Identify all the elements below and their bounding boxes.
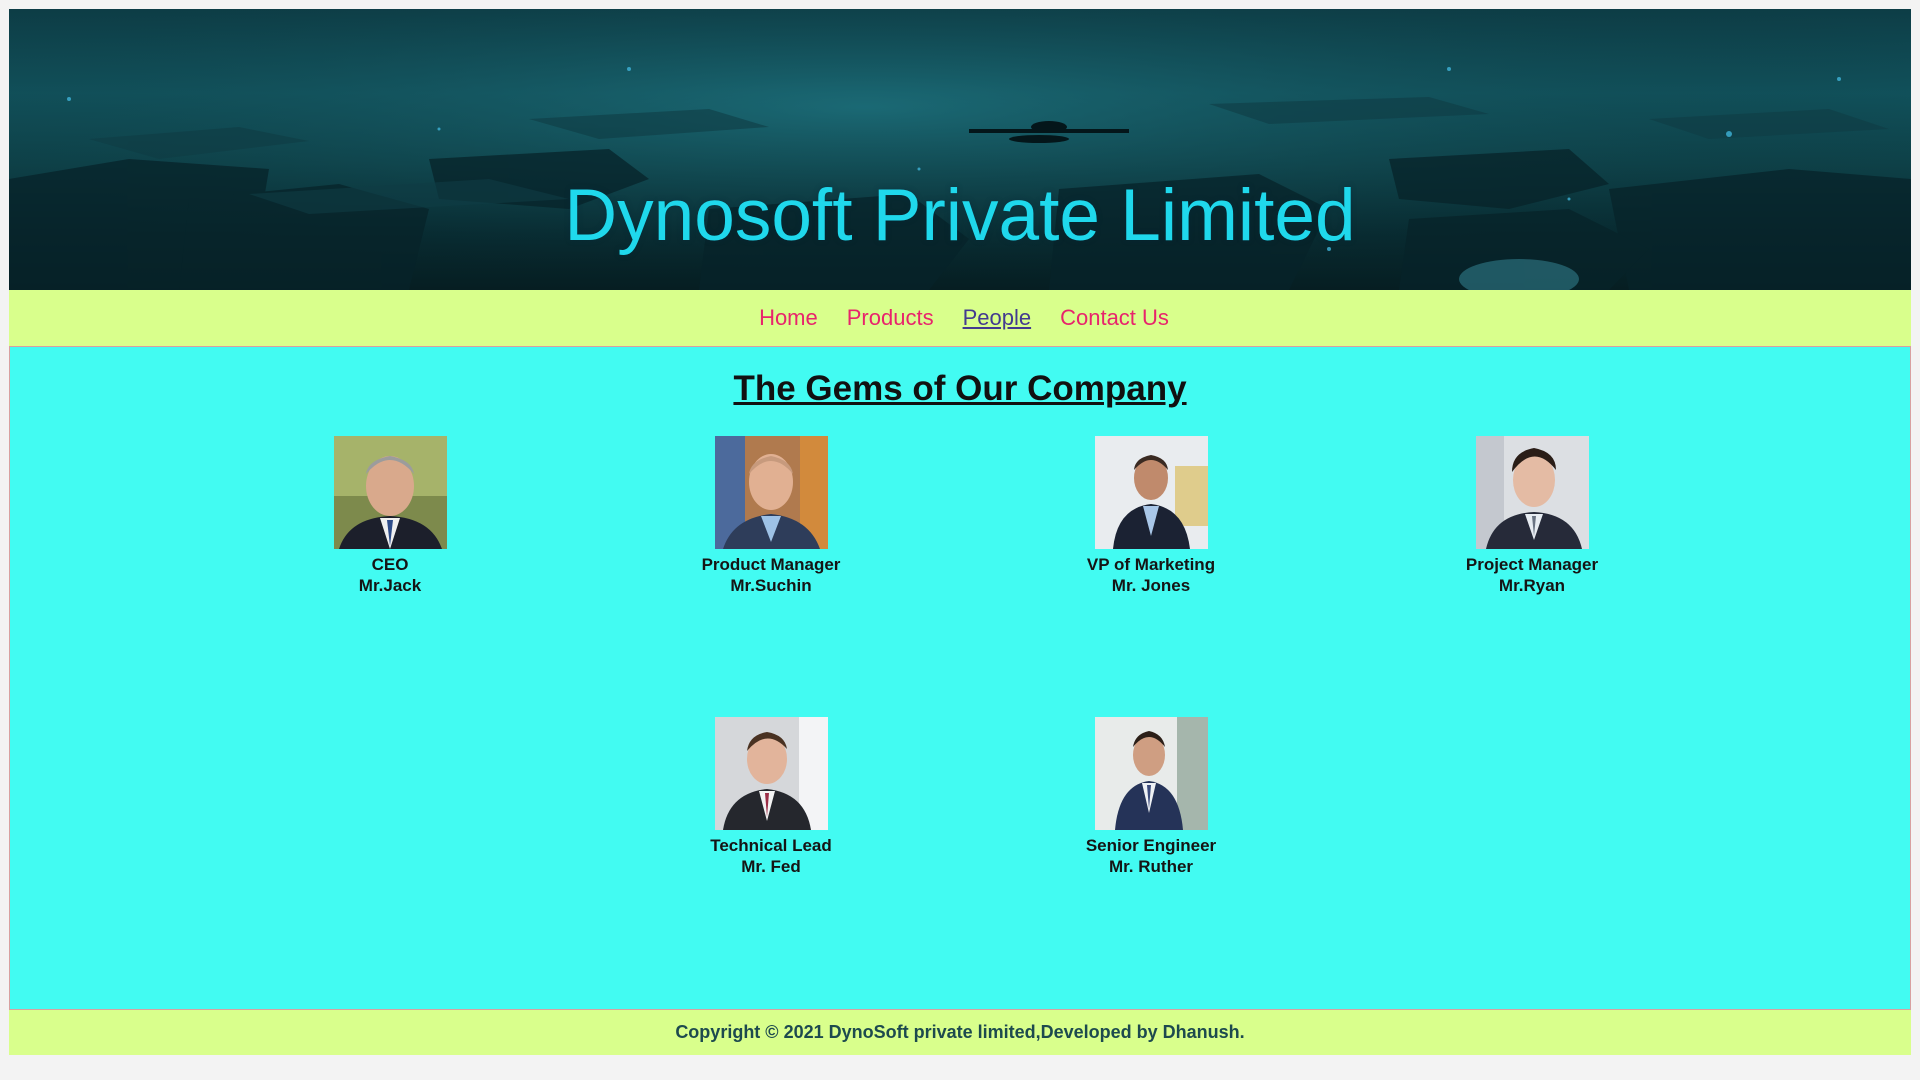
person-photo [1094, 717, 1208, 830]
nav-link-contact-us[interactable]: Contact Us [1060, 305, 1169, 331]
person-role: Product Manager [701, 555, 841, 574]
person-name: Mr.Suchin [730, 576, 812, 595]
person-photo [333, 436, 447, 549]
person-role: Project Manager [1465, 555, 1599, 574]
person-photo [1094, 436, 1208, 549]
person-role: Technical Lead [710, 836, 832, 855]
footer-copyright: Copyright © 2021 DynoSoft private limite… [675, 1022, 1245, 1042]
person-photo [714, 717, 828, 830]
person-card: Senior Engineer Mr. Ruther [1031, 717, 1271, 877]
person-card: Technical Lead Mr. Fed [651, 717, 891, 877]
person-photo [1475, 436, 1589, 549]
nav-link-people[interactable]: People [963, 305, 1032, 331]
person-name: Mr. Fed [741, 857, 801, 876]
person-card: CEO Mr.Jack [270, 436, 510, 596]
person-role: CEO [371, 555, 409, 574]
main-nav: Home Products People Contact Us [9, 290, 1911, 346]
nav-link-products[interactable]: Products [847, 305, 934, 331]
people-section: The Gems of Our Company CEO Mr.Jack Prod… [9, 346, 1911, 1010]
footer: Copyright © 2021 DynoSoft private limite… [9, 1010, 1911, 1055]
nav-link-home[interactable]: Home [759, 305, 818, 331]
site-title: Dynosoft Private Limited [564, 175, 1356, 256]
person-card: Project Manager Mr.Ryan [1412, 436, 1652, 596]
section-heading: The Gems of Our Company [733, 369, 1187, 408]
person-name: Mr.Ryan [1498, 576, 1566, 595]
person-name: Mr. Jones [1111, 576, 1191, 595]
page: Dynosoft Private Limited Home Products P… [9, 9, 1911, 1055]
header-banner: Dynosoft Private Limited [9, 9, 1911, 290]
person-role: Senior Engineer [1085, 836, 1217, 855]
person-name: Mr. Ruther [1108, 857, 1194, 876]
person-role: VP of Marketing [1086, 555, 1216, 574]
person-name: Mr.Jack [358, 576, 422, 595]
person-card: VP of Marketing Mr. Jones [1031, 436, 1271, 596]
person-photo [714, 436, 828, 549]
person-card: Product Manager Mr.Suchin [651, 436, 891, 596]
